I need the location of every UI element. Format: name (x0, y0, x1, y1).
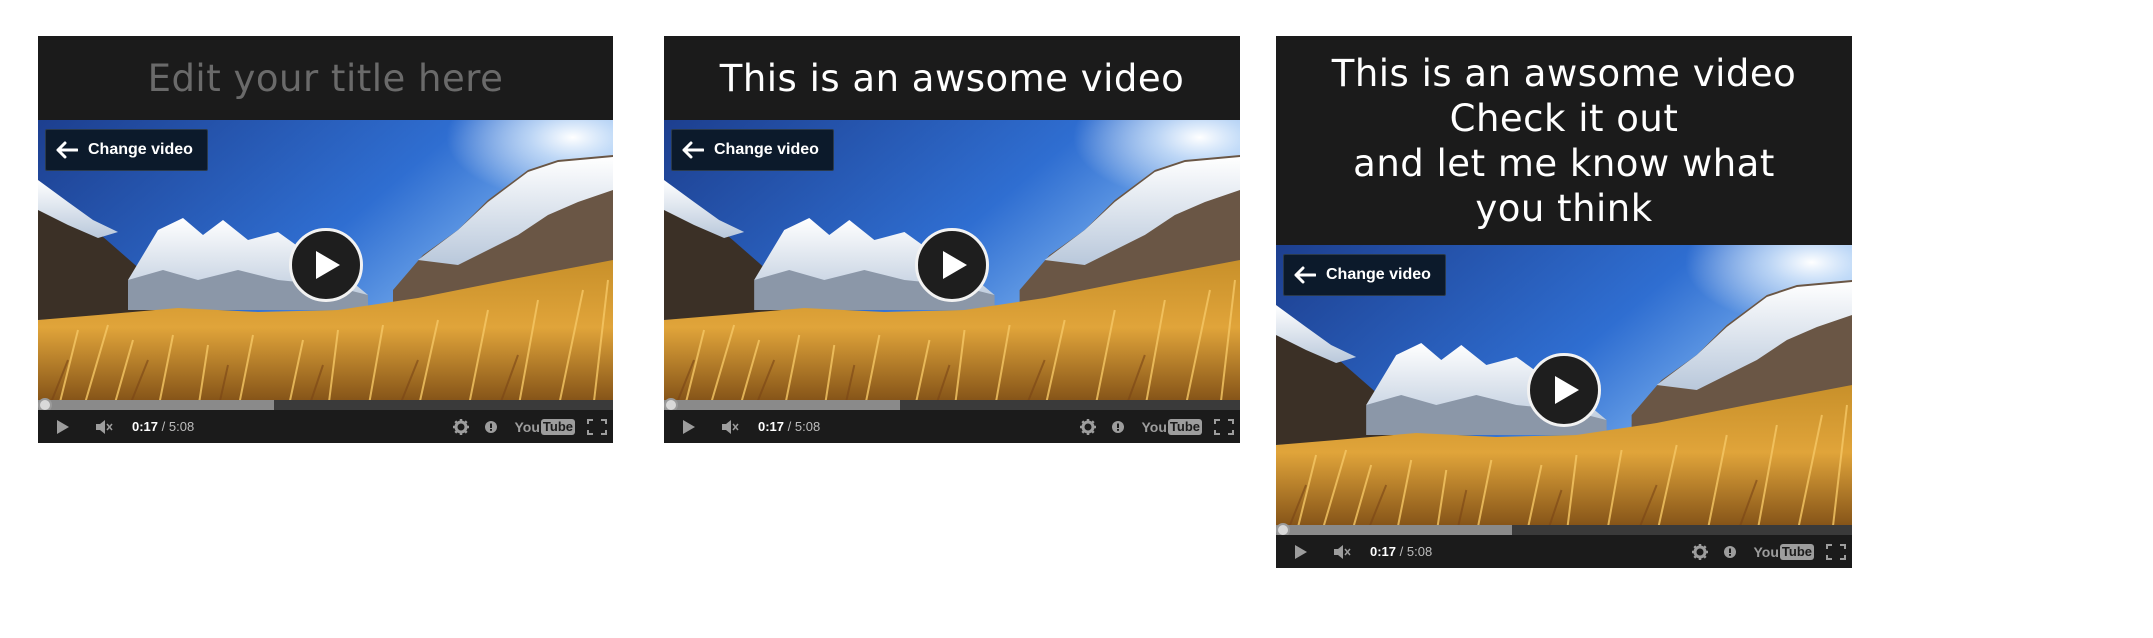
volume-icon (1334, 544, 1351, 559)
play-button[interactable] (56, 419, 70, 434)
player-controls: 0:17 / 5:08 You Tube (664, 410, 1240, 443)
settings-button[interactable] (452, 418, 469, 435)
time-total: 5:08 (168, 419, 195, 434)
video-player[interactable]: Change video (38, 120, 613, 410)
gear-icon (1079, 418, 1096, 435)
volume-button[interactable] (722, 419, 740, 434)
settings-button[interactable] (1691, 543, 1708, 560)
time-display: 0:17 / 5:08 (1370, 544, 1432, 559)
progress-played (1276, 525, 1513, 535)
info-button[interactable] (1111, 420, 1124, 433)
change-video-label: Change video (1326, 266, 1431, 283)
play-button[interactable] (1294, 544, 1308, 559)
info-button[interactable] (484, 420, 497, 433)
player-controls: 0:17 / 5:08 You Tube (38, 410, 613, 443)
video-title[interactable]: This is an awsome video Check it out and… (1332, 51, 1797, 231)
time-display: 0:17 / 5:08 (758, 419, 820, 434)
play-overlay-button[interactable] (1527, 353, 1601, 427)
play-icon (57, 419, 69, 434)
volume-button[interactable] (96, 419, 114, 434)
change-video-button[interactable]: Change video (45, 129, 208, 171)
video-title-area[interactable]: This is an awsome video (664, 36, 1240, 120)
youtube-logo[interactable]: You Tube (1141, 418, 1202, 435)
play-icon (683, 419, 695, 434)
settings-button[interactable] (1079, 418, 1096, 435)
change-video-button[interactable]: Change video (671, 129, 834, 171)
progress-played (38, 400, 274, 410)
youtube-you: You (1141, 418, 1167, 435)
player-controls: 0:17 / 5:08 You Tube (1276, 535, 1852, 568)
arrow-left-icon (56, 141, 78, 159)
progress-handle[interactable] (38, 398, 52, 410)
youtube-you: You (514, 418, 540, 435)
youtube-logo[interactable]: You Tube (1753, 543, 1814, 560)
video-title-line: and let me know what (1353, 141, 1775, 185)
video-title[interactable]: Edit your title here (148, 56, 504, 101)
info-button[interactable] (1723, 545, 1736, 558)
progress-bar[interactable] (1276, 523, 1852, 535)
progress-bar[interactable] (38, 398, 613, 410)
volume-icon (722, 419, 739, 434)
progress-handle[interactable] (664, 398, 678, 410)
fullscreen-button[interactable] (587, 418, 607, 435)
info-icon (484, 420, 497, 433)
change-video-label: Change video (714, 141, 819, 158)
fullscreen-icon (587, 418, 607, 435)
fullscreen-icon (1826, 543, 1846, 560)
time-separator: / (158, 419, 169, 434)
play-icon (316, 251, 340, 279)
fullscreen-icon (1214, 418, 1234, 435)
video-card-1: Edit your title here Change video 0:17 /… (38, 36, 613, 443)
video-card-2: This is an awsome video Change video 0:1… (664, 36, 1240, 443)
time-display: 0:17 / 5:08 (132, 419, 194, 434)
arrow-left-icon (1294, 266, 1316, 284)
change-video-button[interactable]: Change video (1283, 254, 1446, 296)
video-player[interactable]: Change video (664, 120, 1240, 410)
time-current: 0:17 (1370, 544, 1397, 559)
info-icon (1723, 545, 1736, 558)
fullscreen-button[interactable] (1826, 543, 1846, 560)
youtube-you: You (1753, 543, 1779, 560)
play-icon (942, 251, 967, 279)
progress-bar[interactable] (664, 398, 1240, 410)
time-total: 5:08 (1406, 544, 1433, 559)
play-button[interactable] (682, 419, 696, 434)
play-icon (1295, 544, 1307, 559)
time-separator: / (784, 419, 795, 434)
time-current: 0:17 (758, 419, 785, 434)
gear-icon (452, 418, 469, 435)
video-title-line: This is an awsome video (1331, 51, 1797, 95)
youtube-tube: Tube (540, 418, 575, 435)
video-title-line: Check it out (1449, 96, 1679, 140)
gear-icon (1691, 543, 1708, 560)
fullscreen-button[interactable] (1214, 418, 1234, 435)
youtube-tube: Tube (1167, 418, 1202, 435)
change-video-label: Change video (88, 141, 193, 158)
volume-icon (96, 419, 113, 434)
arrow-left-icon (682, 141, 704, 159)
video-title-area[interactable]: Edit your title here (38, 36, 613, 120)
time-total: 5:08 (794, 419, 821, 434)
video-title-area[interactable]: This is an awsome video Check it out and… (1276, 36, 1852, 245)
progress-handle[interactable] (1276, 523, 1290, 535)
video-title-line: you think (1475, 186, 1653, 230)
time-separator: / (1396, 544, 1407, 559)
play-overlay-button[interactable] (915, 228, 989, 302)
time-current: 0:17 (132, 419, 159, 434)
play-icon (1554, 376, 1579, 404)
play-overlay-button[interactable] (288, 228, 363, 302)
volume-button[interactable] (1334, 544, 1352, 559)
video-card-3: This is an awsome video Check it out and… (1276, 36, 1852, 568)
youtube-logo[interactable]: You Tube (514, 418, 575, 435)
video-player[interactable]: Change video (1276, 245, 1852, 535)
video-title[interactable]: This is an awsome video (720, 56, 1185, 101)
info-icon (1111, 420, 1124, 433)
progress-played (664, 400, 901, 410)
youtube-tube: Tube (1779, 543, 1814, 560)
